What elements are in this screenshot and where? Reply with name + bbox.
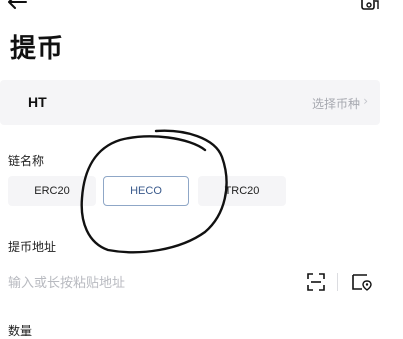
- coin-name: HT: [28, 94, 47, 110]
- select-coin-label: 选择币种: [311, 97, 360, 111]
- address-book-icon: [352, 274, 372, 291]
- icon-divider: [337, 273, 338, 291]
- scan-button[interactable]: [307, 273, 325, 291]
- withdraw-record-button[interactable]: [361, 0, 379, 10]
- back-arrow-icon: [8, 0, 27, 9]
- withdraw-address-label: 提币地址: [8, 240, 57, 254]
- chain-option-erc20[interactable]: ERC20: [8, 176, 96, 206]
- chain-option-heco[interactable]: HECO: [103, 176, 189, 206]
- page-title: 提币: [10, 34, 65, 64]
- coin-selector[interactable]: HT 选择币种 ›: [0, 80, 380, 125]
- amount-label: 数量: [8, 324, 33, 338]
- chevron-right-icon: ›: [363, 94, 368, 108]
- address-book-button[interactable]: [352, 273, 372, 291]
- chain-option-trc20[interactable]: TRC20: [198, 176, 286, 206]
- chain-name-label: 链名称: [8, 154, 45, 168]
- scan-icon: [307, 273, 325, 291]
- back-button[interactable]: [6, 0, 28, 10]
- address-input[interactable]: [8, 270, 288, 296]
- record-icon: [361, 0, 379, 10]
